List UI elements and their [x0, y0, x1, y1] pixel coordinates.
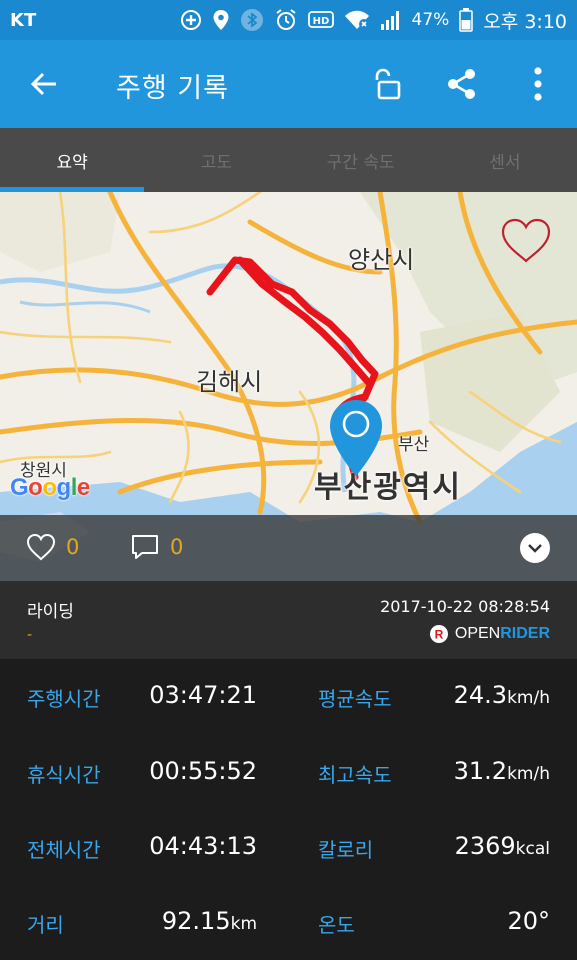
stat-row: 휴식시간 00:55:52 최고속도 31.2km/h [0, 735, 577, 811]
distance-value: 92.15km [162, 907, 257, 935]
max-speed-value: 31.2km/h [454, 757, 550, 785]
unlock-button[interactable] [364, 62, 408, 106]
max-speed-label: 최고속도 [318, 763, 392, 787]
ride-time-value: 03:47:21 [149, 681, 257, 709]
share-icon [448, 69, 475, 99]
tab-summary[interactable]: 요약 [0, 128, 145, 192]
unlock-icon [375, 68, 401, 100]
carrier-label: KT [10, 9, 37, 31]
share-button[interactable] [440, 62, 484, 106]
like-heart-icon [26, 533, 56, 561]
temperature-value: 20° [507, 907, 550, 935]
calories-number: 2369 [454, 832, 516, 860]
svg-text:R: R [435, 628, 444, 642]
distance-number: 92.15 [161, 907, 231, 935]
more-vert-icon [534, 67, 542, 101]
total-time-label: 전체시간 [27, 838, 101, 862]
openrider-badge-icon: R [429, 625, 448, 643]
avg-speed-value: 24.3km/h [454, 681, 550, 709]
map-label-yangsan: 양산시 [348, 246, 415, 274]
rest-time-label: 휴식시간 [27, 763, 101, 787]
distance-label: 거리 [27, 913, 64, 937]
comment-button[interactable]: 0 [130, 533, 183, 561]
map-label-busan: 부산 [398, 435, 430, 455]
max-speed-number: 31.2 [453, 757, 508, 785]
app-bar: 주행 기록 [0, 40, 577, 128]
comment-icon [132, 535, 158, 559]
google-logo: Google [10, 474, 90, 501]
like-button[interactable]: 0 [26, 533, 79, 561]
calories-label: 칼로리 [318, 838, 374, 862]
expand-button[interactable] [520, 533, 550, 563]
temperature-label: 온도 [318, 913, 355, 937]
status-icons: HD 47% 오후 3:10 [180, 7, 567, 34]
social-bar: 0 0 [0, 515, 577, 581]
status-bar: KT HD 47% 오후 3:10 [0, 0, 577, 40]
battery-icon [459, 8, 474, 32]
tab-segment-speed[interactable]: 구간 속도 [289, 128, 433, 192]
stat-row: 주행시간 03:47:21 평균속도 24.3km/h [0, 659, 577, 735]
avg-speed-label: 평균속도 [318, 687, 392, 711]
brand-rider: RIDER [500, 625, 550, 642]
comment-count: 0 [170, 535, 184, 559]
calories-unit: kcal [515, 839, 550, 859]
avg-speed-unit: km/h [507, 688, 550, 708]
openrider-logo: R OPENRIDER [429, 624, 550, 644]
ride-time-label: 주행시간 [27, 687, 101, 711]
stat-row: 거리 92.15km 온도 20° [0, 885, 577, 960]
distance-unit: km [230, 914, 257, 934]
alarm-icon [275, 9, 296, 30]
location-icon [213, 10, 229, 30]
back-arrow-icon [30, 72, 56, 96]
bluetooth-icon [240, 9, 263, 31]
gps-plus-icon [180, 10, 201, 30]
clock: 오후 3:10 [483, 10, 567, 33]
back-button[interactable] [22, 62, 66, 106]
location-pin-icon [330, 400, 382, 476]
max-speed-unit: km/h [507, 764, 550, 784]
calories-value: 2369kcal [455, 832, 550, 860]
svg-text:HD: HD [312, 16, 329, 27]
total-time-value: 04:43:13 [149, 832, 257, 860]
more-button[interactable] [516, 62, 560, 106]
map-label-gimhae: 김해시 [196, 368, 263, 396]
chevron-down-icon [528, 544, 542, 553]
tab-sensor[interactable]: 센서 [433, 128, 577, 192]
battery-percent: 47% [411, 10, 450, 30]
brand-open: OPEN [454, 625, 501, 642]
activity-description: - [27, 627, 33, 643]
hd-icon: HD [307, 11, 334, 28]
stat-row: 전체시간 04:43:13 칼로리 2369kcal [0, 810, 577, 886]
wifi-icon [344, 10, 369, 29]
avg-speed-number: 24.3 [453, 681, 508, 709]
activity-type: 라이딩 [27, 602, 74, 622]
like-count: 0 [66, 535, 80, 559]
page-title: 주행 기록 [116, 73, 229, 104]
ride-datetime: 2017-10-22 08:28:54 [380, 597, 550, 616]
tab-elevation[interactable]: 고도 [144, 128, 288, 192]
signal-icon [380, 11, 399, 30]
tab-bar: 요약 고도 구간 속도 센서 [0, 128, 577, 192]
ride-info: 라이딩 - 2017-10-22 08:28:54 R OPENRIDER [0, 581, 577, 659]
ride-stats: 주행시간 03:47:21 평균속도 24.3km/h 휴식시간 00:55:5… [0, 659, 577, 960]
rest-time-value: 00:55:52 [149, 757, 257, 785]
favorite-heart-icon[interactable] [500, 218, 552, 264]
